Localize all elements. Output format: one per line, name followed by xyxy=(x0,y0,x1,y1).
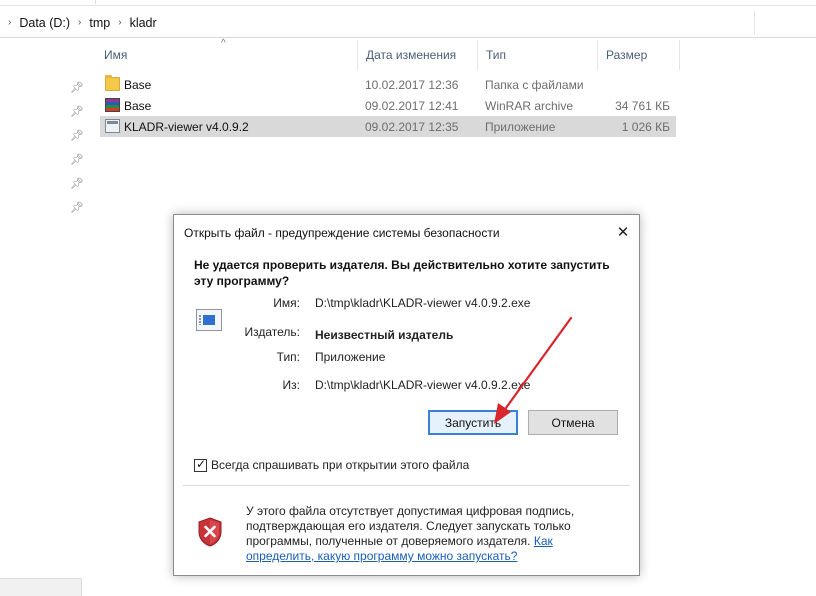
winrar-archive-icon xyxy=(105,98,120,112)
chevron-right-icon[interactable]: › xyxy=(2,17,17,28)
breadcrumb-item-drive[interactable]: Data (D:) xyxy=(17,16,72,30)
address-bar-end xyxy=(754,11,814,35)
name-label: Имя: xyxy=(273,296,300,310)
pin-icon[interactable]: 📌︎ xyxy=(70,154,84,166)
pin-icon[interactable]: 📌︎ xyxy=(70,130,84,142)
column-header-name[interactable]: Имя xyxy=(96,40,358,70)
file-size: 34 761 КБ xyxy=(615,99,670,113)
dialog-title: Открыть файл - предупреждение системы бе… xyxy=(184,226,500,240)
type-value: Приложение xyxy=(315,350,386,364)
breadcrumb-item-tmp[interactable]: tmp xyxy=(87,16,112,30)
pin-icon[interactable]: 📌︎ xyxy=(70,202,84,214)
navigation-pane: 📌︎ 📌︎ 📌︎ 📌︎ 📌︎ 📌︎ xyxy=(60,70,90,230)
status-bar-fragment xyxy=(0,578,82,596)
breadcrumb: › Data (D:) › tmp › kladr xyxy=(0,8,159,37)
file-name: Base xyxy=(124,78,152,92)
pin-icon[interactable]: 📌︎ xyxy=(70,178,84,190)
always-ask-checkbox[interactable] xyxy=(194,457,207,472)
file-type: Папка с файлами xyxy=(485,78,584,92)
window-top-edge xyxy=(0,0,816,6)
address-bar[interactable]: › Data (D:) › tmp › kladr xyxy=(0,8,816,38)
signature-warning-text: У этого файла отсутствует допустимая циф… xyxy=(246,504,591,564)
always-ask-option[interactable]: Всегда спрашивать при открытии этого фай… xyxy=(194,457,469,472)
publisher-label: Издатель: xyxy=(244,325,301,339)
column-header-row: ^ Имя Дата изменения Тип Размер xyxy=(96,38,680,70)
from-label: Из: xyxy=(282,378,300,392)
pin-icon[interactable]: 📌︎ xyxy=(70,82,84,94)
file-name: KLADR-viewer v4.0.9.2 xyxy=(124,120,249,134)
column-header-date[interactable]: Дата изменения xyxy=(358,40,478,70)
file-date: 09.02.2017 12:35 xyxy=(365,120,459,134)
file-date: 09.02.2017 12:41 xyxy=(365,99,459,113)
file-date: 10.02.2017 12:36 xyxy=(365,78,459,92)
chevron-right-icon[interactable]: › xyxy=(112,17,127,28)
file-size: 1 026 КБ xyxy=(621,120,670,134)
type-label: Тип: xyxy=(276,350,300,364)
security-warning-dialog: Открыть файл - предупреждение системы бе… xyxy=(173,214,640,576)
pin-icon[interactable]: 📌︎ xyxy=(70,106,84,118)
application-icon xyxy=(105,119,120,133)
close-button[interactable]: ✕ xyxy=(613,222,633,242)
dialog-titlebar[interactable]: Открыть файл - предупреждение системы бе… xyxy=(174,215,639,249)
file-name: Base xyxy=(124,99,152,113)
chevron-right-icon[interactable]: › xyxy=(72,17,87,28)
close-icon: ✕ xyxy=(616,224,630,241)
from-value: D:\tmp\kladr\KLADR-viewer v4.0.9.2.exe xyxy=(315,378,531,392)
name-value: D:\tmp\kladr\KLADR-viewer v4.0.9.2.exe xyxy=(315,296,531,310)
cancel-button[interactable]: Отмена xyxy=(528,410,618,435)
always-ask-label[interactable]: Всегда спрашивать при открытии этого фай… xyxy=(211,458,469,472)
run-button[interactable]: Запустить xyxy=(428,410,518,435)
publisher-value: Неизвестный издатель xyxy=(315,328,454,342)
shield-error-icon xyxy=(198,517,222,547)
column-header-type[interactable]: Тип xyxy=(478,40,598,70)
warning-heading: Не удается проверить издателя. Вы действ… xyxy=(194,258,610,288)
file-row[interactable]: Base 10.02.2017 12:36 Папка с файлами xyxy=(100,74,676,95)
file-row[interactable]: Base 09.02.2017 12:41 WinRAR archive 34 … xyxy=(100,95,676,116)
breadcrumb-item-kladr[interactable]: kladr xyxy=(128,16,159,30)
file-type: WinRAR archive xyxy=(485,99,574,113)
file-type: Приложение xyxy=(485,120,556,134)
signature-warning-body: У этого файла отсутствует допустимая циф… xyxy=(246,504,575,548)
column-header-size[interactable]: Размер xyxy=(598,40,680,70)
file-row-selected[interactable]: KLADR-viewer v4.0.9.2 09.02.2017 12:35 П… xyxy=(100,116,676,137)
folder-icon xyxy=(105,75,120,91)
divider xyxy=(183,485,630,486)
